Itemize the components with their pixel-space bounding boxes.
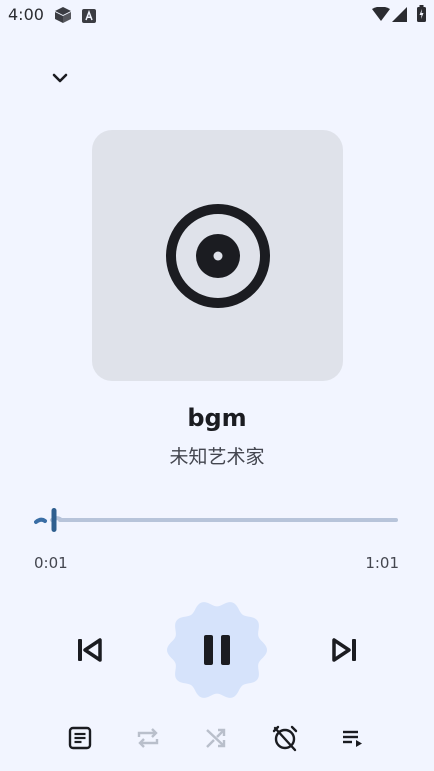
status-bar: 4:00 (0, 0, 434, 30)
queue-button[interactable] (335, 720, 371, 756)
total-duration: 1:01 (365, 554, 399, 572)
status-time: 4:00 (8, 5, 44, 24)
shuffle-button[interactable] (198, 720, 234, 756)
sleep-timer-button[interactable] (267, 720, 303, 756)
seek-bar-thumb (51, 508, 57, 532)
signal-icon (392, 7, 407, 26)
vinyl-disc-icon (165, 203, 270, 308)
previous-button[interactable] (70, 630, 110, 670)
pause-icon (204, 635, 230, 665)
seek-bar[interactable] (34, 504, 398, 538)
album-artwork (92, 130, 343, 381)
song-title: bgm (187, 404, 247, 432)
cube-icon (54, 6, 72, 28)
wifi-icon (372, 6, 390, 26)
alarm-off-icon (272, 725, 298, 752)
queue-icon (343, 730, 362, 747)
chevron-down-icon (52, 73, 68, 83)
battery-icon (417, 5, 426, 26)
play-pause-button[interactable] (163, 596, 271, 704)
elapsed-time: 0:01 (34, 554, 68, 572)
lyrics-icon (68, 726, 92, 750)
song-artist: 未知艺术家 (169, 446, 265, 468)
collapse-player-button[interactable] (44, 62, 76, 94)
seek-bar-played (34, 517, 47, 524)
skip-previous-icon (78, 638, 102, 662)
next-button[interactable] (324, 630, 364, 670)
repeat-icon (137, 728, 159, 748)
a-badge-icon (82, 8, 96, 27)
skip-next-icon (332, 638, 356, 662)
lyrics-button[interactable] (62, 720, 98, 756)
shuffle-icon (206, 728, 226, 748)
repeat-button[interactable] (130, 720, 166, 756)
